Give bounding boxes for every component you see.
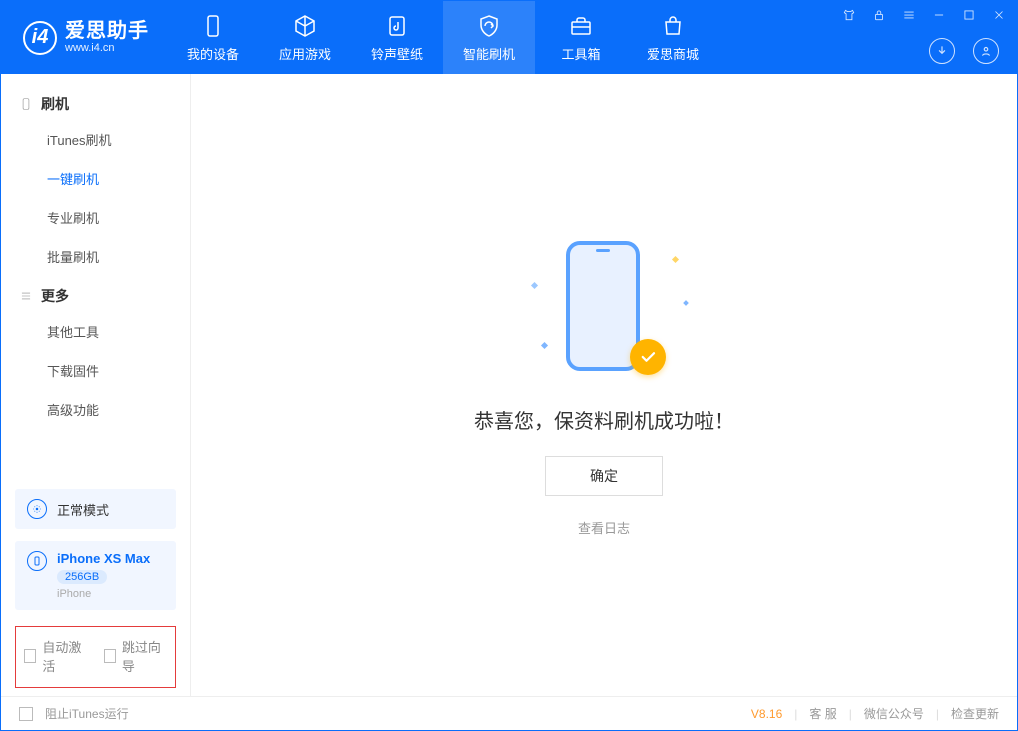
device-icon [27, 551, 47, 571]
tab-toolbox[interactable]: 工具箱 [535, 1, 627, 74]
tab-ringtones[interactable]: 铃声壁纸 [351, 1, 443, 74]
download-button[interactable] [929, 38, 955, 64]
success-message: 恭喜您，保资料刷机成功啦！ [474, 405, 734, 434]
titlebar-right-icons [929, 38, 999, 64]
music-file-icon [384, 13, 410, 39]
menu-icon[interactable] [901, 7, 917, 23]
wechat-link[interactable]: 微信公众号 [864, 705, 924, 722]
main-tabs: 我的设备 应用游戏 铃声壁纸 智能刷机 工具箱 爱思商城 [167, 1, 719, 74]
highlighted-options: 自动激活 跳过向导 [15, 626, 176, 688]
mode-label: 正常模式 [57, 500, 109, 519]
sidebar-item-pro-flash[interactable]: 专业刷机 [1, 198, 190, 237]
checkbox-label: 跳过向导 [122, 637, 167, 675]
mode-icon [27, 499, 47, 519]
device-card[interactable]: iPhone XS Max 256GB iPhone [15, 541, 176, 610]
sidebar-item-other-tools[interactable]: 其他工具 [1, 312, 190, 351]
minimize-button[interactable] [931, 7, 947, 23]
customer-service-link[interactable]: 客 服 [809, 705, 836, 722]
tab-label: 智能刷机 [463, 44, 515, 63]
device-icon [200, 13, 226, 39]
tab-label: 我的设备 [187, 44, 239, 63]
app-logo: i4 爱思助手 www.i4.cn [1, 20, 167, 54]
sidebar-item-itunes-flash[interactable]: iTunes刷机 [1, 120, 190, 159]
tab-label: 工具箱 [561, 44, 600, 63]
checkbox-prevent-itunes[interactable]: 阻止iTunes运行 [19, 705, 129, 722]
device-type: iPhone [57, 588, 150, 600]
sidebar-section-flash: 刷机 [1, 84, 190, 120]
shield-sync-icon [476, 13, 502, 39]
tab-label: 爱思商城 [647, 44, 699, 63]
ok-button[interactable]: 确定 [545, 456, 663, 496]
checkbox-icon [24, 649, 36, 663]
section-title: 更多 [41, 286, 69, 306]
sidebar: 刷机 iTunes刷机 一键刷机 专业刷机 批量刷机 更多 其他工具 下载固件 … [1, 74, 191, 696]
app-url: www.i4.cn [65, 42, 149, 54]
toolbox-icon [568, 13, 594, 39]
bag-icon [660, 13, 686, 39]
sidebar-section-more: 更多 [1, 276, 190, 312]
cube-icon [292, 13, 318, 39]
success-illustration [524, 233, 684, 383]
titlebar: i4 爱思助手 www.i4.cn 我的设备 应用游戏 铃声壁纸 智能刷机 工具… [1, 1, 1017, 74]
tab-label: 铃声壁纸 [371, 44, 423, 63]
device-storage-badge: 256GB [57, 570, 107, 584]
list-icon [19, 289, 33, 303]
checkbox-label: 自动激活 [42, 637, 87, 675]
check-update-link[interactable]: 检查更新 [951, 705, 999, 722]
phone-graphic [566, 241, 640, 371]
checkbox-skip-wizard[interactable]: 跳过向导 [104, 637, 168, 675]
user-button[interactable] [973, 38, 999, 64]
check-badge-icon [630, 339, 666, 375]
tab-smart-flash[interactable]: 智能刷机 [443, 1, 535, 74]
checkbox-icon [104, 649, 116, 663]
tab-apps-games[interactable]: 应用游戏 [259, 1, 351, 74]
tab-label: 应用游戏 [279, 44, 331, 63]
lock-icon[interactable] [871, 7, 887, 23]
version-label: V8.16 [751, 707, 782, 721]
device-name: iPhone XS Max [57, 551, 150, 566]
tab-my-device[interactable]: 我的设备 [167, 1, 259, 74]
phone-icon [19, 97, 33, 111]
sidebar-item-oneclick-flash[interactable]: 一键刷机 [1, 159, 190, 198]
sidebar-item-batch-flash[interactable]: 批量刷机 [1, 237, 190, 276]
statusbar: 阻止iTunes运行 V8.16 | 客 服 | 微信公众号 | 检查更新 [1, 696, 1017, 730]
tab-store[interactable]: 爱思商城 [627, 1, 719, 74]
checkbox-icon [19, 707, 33, 721]
shirt-icon[interactable] [841, 7, 857, 23]
maximize-button[interactable] [961, 7, 977, 23]
mode-card[interactable]: 正常模式 [15, 489, 176, 529]
sidebar-item-advanced[interactable]: 高级功能 [1, 390, 190, 429]
app-name: 爱思助手 [65, 20, 149, 42]
checkbox-auto-activate[interactable]: 自动激活 [24, 637, 88, 675]
checkbox-label: 阻止iTunes运行 [45, 705, 129, 722]
logo-icon: i4 [23, 21, 57, 55]
main-content: 恭喜您，保资料刷机成功啦！ 确定 查看日志 [191, 74, 1017, 696]
window-controls-top [841, 7, 1007, 23]
view-log-link[interactable]: 查看日志 [578, 518, 630, 537]
section-title: 刷机 [41, 94, 69, 114]
sidebar-item-download-firmware[interactable]: 下载固件 [1, 351, 190, 390]
close-button[interactable] [991, 7, 1007, 23]
